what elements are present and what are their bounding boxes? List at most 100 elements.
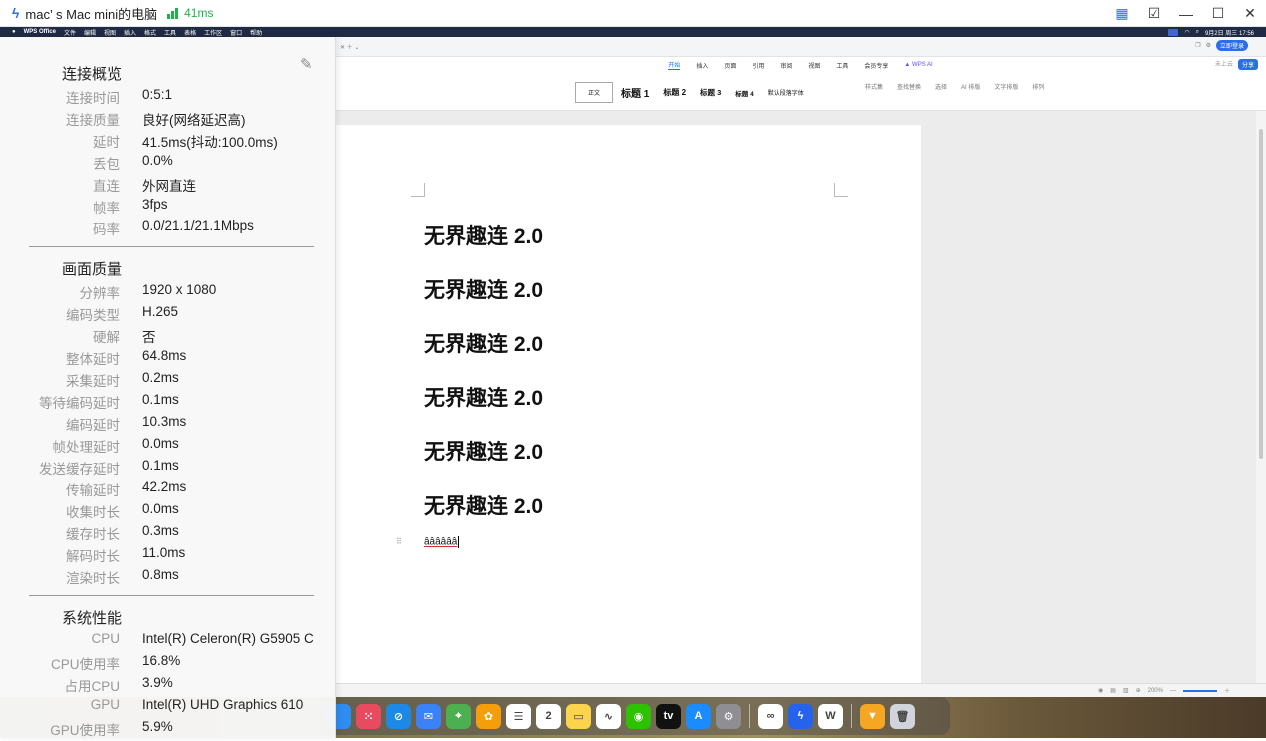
- arrange-button[interactable]: 排列: [1032, 82, 1044, 91]
- tab-page[interactable]: 页面: [724, 61, 736, 70]
- stat-label: CPU使用率: [50, 656, 120, 672]
- web-view-icon[interactable]: ⊕: [1136, 687, 1141, 694]
- search-icon[interactable]: ⌕: [1196, 29, 1199, 36]
- doc-heading[interactable]: 无界趣连 2.0: [424, 382, 543, 412]
- menu-edit[interactable]: 编辑: [84, 28, 96, 37]
- remote-app-icon[interactable]: ϟ: [788, 703, 813, 729]
- launchpad-icon[interactable]: ⁙: [356, 703, 381, 729]
- tab-wps-ai[interactable]: ▲ WPS AI: [904, 62, 932, 68]
- document-page[interactable]: 无界趣连 2.0 无界趣连 2.0 无界趣连 2.0 无界趣连 2.0 无界趣连…: [335, 125, 921, 694]
- stat-label: CPU: [91, 630, 120, 646]
- tab-view[interactable]: 视图: [808, 61, 820, 70]
- tab-tools[interactable]: 工具: [836, 61, 848, 70]
- menu-tools[interactable]: 工具: [164, 28, 176, 37]
- doc-heading[interactable]: 无界趣连 2.0: [424, 328, 543, 358]
- note-icon[interactable]: ☑: [1138, 5, 1170, 22]
- window-icon[interactable]: ❐: [1195, 42, 1200, 49]
- ai-layout-button[interactable]: AI 排版: [961, 82, 980, 91]
- doc-heading[interactable]: 无界趣连 2.0: [424, 220, 543, 250]
- calendar-icon[interactable]: 2: [536, 703, 561, 729]
- bolt-icon: ϟ: [12, 5, 20, 21]
- pin-icon[interactable]: ✎: [300, 55, 313, 73]
- menu-file[interactable]: 文件: [64, 28, 76, 37]
- photos-icon[interactable]: ✿: [476, 703, 501, 729]
- grid-icon[interactable]: ▦: [1106, 5, 1138, 22]
- style-heading-3[interactable]: 标题 3: [694, 83, 727, 102]
- maximize-button[interactable]: ☐: [1202, 5, 1234, 22]
- wifi-icon[interactable]: ◠: [1184, 29, 1189, 36]
- status-icon[interactable]: [1168, 28, 1179, 36]
- menu-app[interactable]: WPS Office: [24, 29, 56, 35]
- style-heading-1[interactable]: 标题 1: [615, 81, 655, 104]
- style-gallery: 正文 标题 1 标题 2 标题 3 标题 4 默认段落字体: [575, 81, 810, 104]
- minimize-button[interactable]: —: [1170, 6, 1202, 22]
- stat-row: 解码时长 11.0ms: [0, 545, 336, 567]
- zoom-level[interactable]: 200%: [1148, 688, 1163, 694]
- eye-icon[interactable]: ◉: [1098, 687, 1103, 694]
- downloads-icon[interactable]: ▼: [860, 703, 885, 729]
- apple-tv-icon[interactable]: tv: [656, 703, 681, 729]
- style-heading-4[interactable]: 标题 4: [729, 84, 759, 102]
- wechat-icon[interactable]: ◉: [626, 703, 651, 729]
- notes-icon[interactable]: ▭: [566, 703, 591, 729]
- mail-icon[interactable]: ✉: [416, 703, 441, 729]
- wps-icon[interactable]: W: [818, 703, 843, 729]
- vertical-scrollbar[interactable]: [1256, 111, 1266, 694]
- menubar-clock[interactable]: 9月2日 周三 17:56: [1205, 28, 1254, 37]
- zoom-slider[interactable]: [1182, 689, 1217, 692]
- login-button[interactable]: 立即登录: [1215, 40, 1248, 51]
- zoom-in-icon[interactable]: ＋: [1224, 686, 1230, 695]
- page-view-icon[interactable]: ▤: [1110, 687, 1116, 694]
- apple-icon[interactable]: ●: [12, 29, 16, 35]
- select-button[interactable]: 选择: [935, 82, 947, 91]
- outline-view-icon[interactable]: ▥: [1123, 687, 1129, 694]
- menu-insert[interactable]: 插入: [124, 28, 136, 37]
- tab-member[interactable]: 会员专享: [864, 61, 888, 70]
- style-default[interactable]: 默认段落字体: [762, 84, 810, 101]
- tab-references[interactable]: 引用: [752, 61, 764, 70]
- doc-body-line[interactable]: ââââââ: [424, 536, 460, 548]
- maps-icon[interactable]: ⌖: [446, 703, 471, 729]
- section-title: 画面质量: [62, 261, 123, 279]
- stat-value: 41.5ms(抖动:100.0ms): [142, 134, 278, 150]
- baidu-netdisk-icon[interactable]: ∞: [758, 703, 783, 729]
- close-button[interactable]: ✕: [1234, 5, 1266, 22]
- find-replace-button[interactable]: 查找替换: [897, 82, 921, 91]
- section-title: 连接概览: [62, 66, 123, 83]
- cloud-status[interactable]: 未上云: [1215, 59, 1233, 70]
- settings-icon[interactable]: ⚙: [1206, 42, 1211, 49]
- app-store-icon[interactable]: A: [686, 703, 711, 729]
- menu-workspace[interactable]: 工作区: [204, 28, 222, 37]
- menu-window[interactable]: 窗口: [230, 28, 242, 37]
- stat-label: 收集时长: [66, 505, 120, 521]
- stat-value: 0.2ms: [142, 369, 179, 385]
- doc-heading[interactable]: 无界趣连 2.0: [424, 274, 543, 304]
- zoom-out-icon[interactable]: —: [1170, 688, 1176, 694]
- style-set-button[interactable]: 样式集: [865, 82, 883, 91]
- drag-handle-icon[interactable]: ⠿: [396, 537, 402, 546]
- share-button[interactable]: 分享: [1237, 59, 1258, 70]
- tab-home[interactable]: 开始: [668, 60, 681, 70]
- style-heading-2[interactable]: 标题 2: [657, 83, 692, 102]
- freeform-icon[interactable]: ∿: [596, 703, 621, 729]
- doc-heading[interactable]: 无界趣连 2.0: [424, 490, 543, 520]
- doc-heading[interactable]: 无界趣连 2.0: [424, 436, 543, 466]
- menu-view[interactable]: 视图: [104, 28, 116, 37]
- menu-help[interactable]: 帮助: [250, 28, 262, 37]
- menu-table[interactable]: 表格: [184, 28, 196, 37]
- trash-icon[interactable]: 🗑: [890, 703, 915, 729]
- reminders-icon[interactable]: ☰: [506, 703, 531, 729]
- safari-icon[interactable]: ⊘: [386, 703, 411, 729]
- remote-device-name: mac’ s Mac mini的电脑: [25, 6, 158, 22]
- menu-format[interactable]: 格式: [144, 28, 156, 37]
- scrollbar-thumb[interactable]: [1259, 129, 1263, 459]
- stat-label: GPU使用率: [50, 722, 120, 738]
- tab-review[interactable]: 审阅: [780, 61, 792, 70]
- crop-mark: [834, 183, 848, 197]
- new-tab-icon[interactable]: ✕ ＋ ⌄: [340, 42, 359, 51]
- text-layout-button[interactable]: 文字排版: [994, 82, 1018, 91]
- tab-insert[interactable]: 插入: [696, 61, 708, 70]
- system-settings-icon[interactable]: ⚙: [716, 703, 741, 729]
- ai-label: WPS AI: [912, 62, 933, 68]
- style-normal[interactable]: 正文: [575, 82, 614, 103]
